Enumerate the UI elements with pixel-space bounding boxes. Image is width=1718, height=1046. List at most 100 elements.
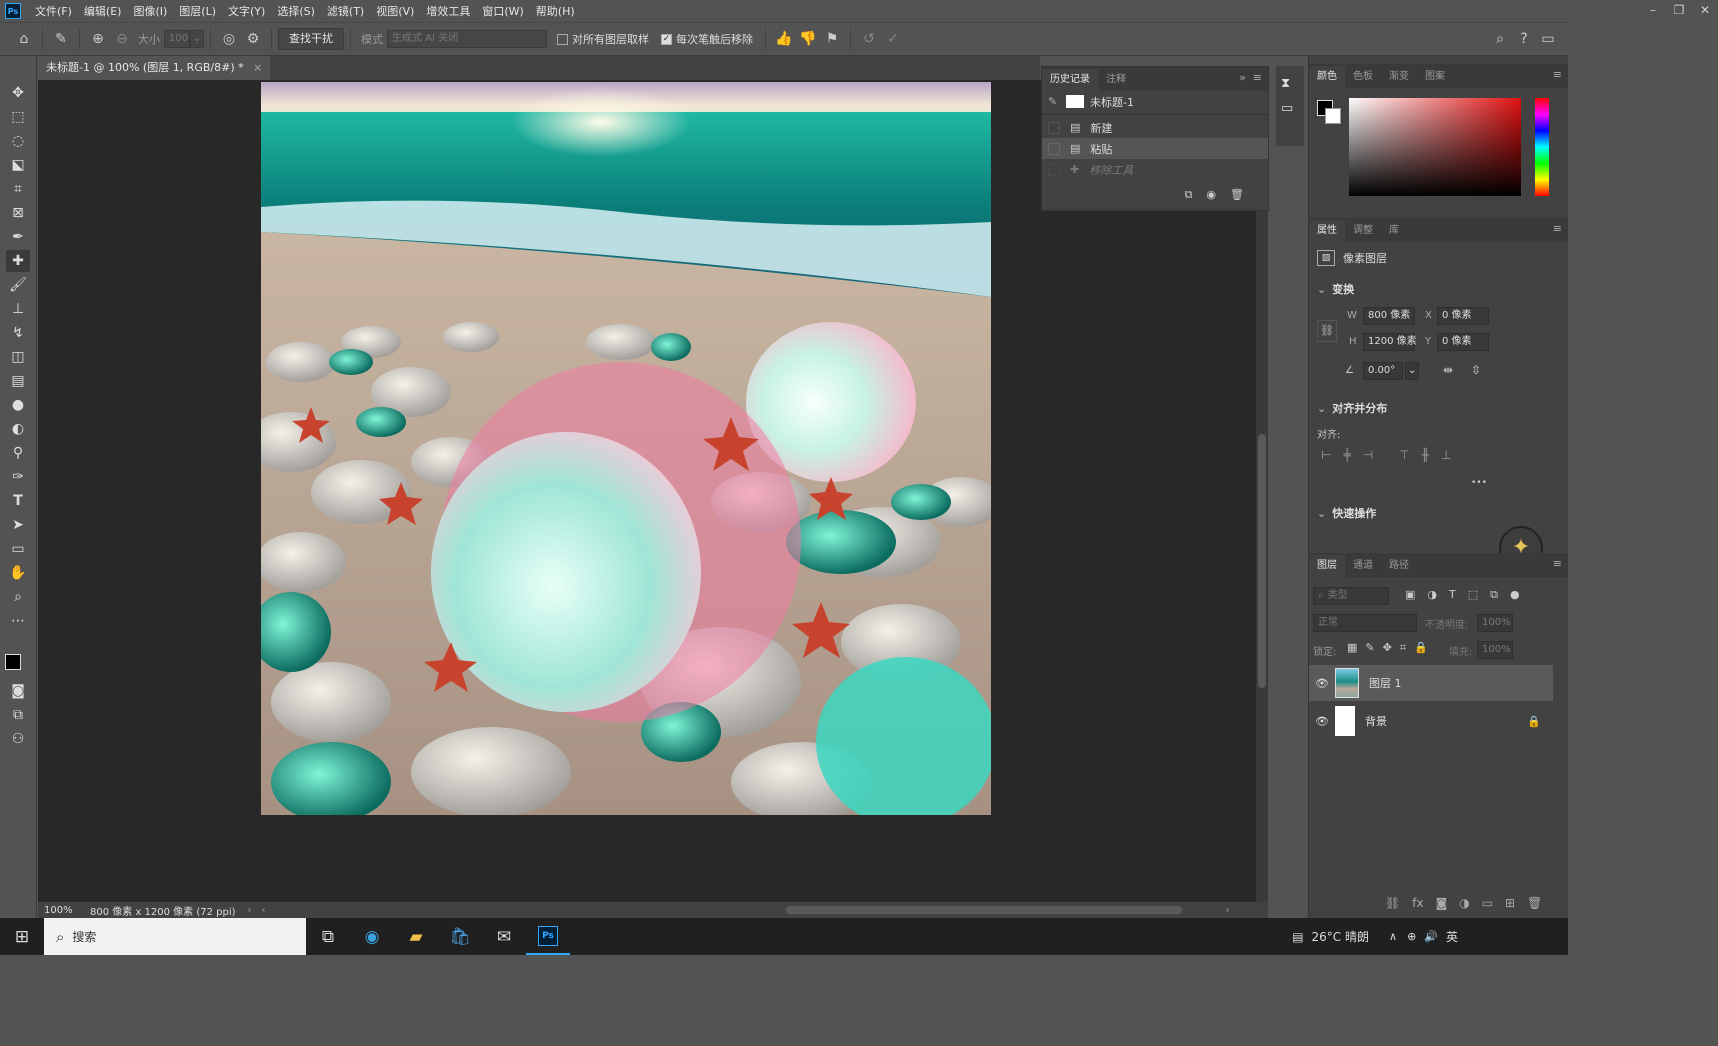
mail-icon[interactable]: ✉ (482, 918, 526, 955)
rectangle-tool-icon[interactable]: ▭ (6, 538, 30, 560)
gradient-tool-icon[interactable]: ▤ (6, 370, 30, 392)
history-snapshot[interactable]: ✎ 未标题-1 (1042, 91, 1268, 112)
foreground-color-swatch[interactable] (5, 654, 21, 670)
fx-icon[interactable]: fx (1412, 896, 1423, 910)
dodge-burn-tool-icon[interactable]: ⚲ (6, 442, 30, 464)
pressure-icon[interactable]: ◎ (217, 27, 241, 51)
quick-actions-header[interactable]: ⌄ 快速操作 (1309, 502, 1553, 524)
layer-filter-select[interactable]: ⌕ 类型 (1313, 587, 1389, 605)
find-distractions-button[interactable]: 查找干扰 (278, 28, 344, 50)
menu-filter[interactable]: 滤镜(T) (321, 3, 370, 19)
lock-pixels-icon[interactable]: ✎ (1365, 641, 1374, 655)
align-top-icon[interactable]: ⊤ (1399, 448, 1409, 462)
menu-type[interactable]: 文字(Y) (222, 3, 271, 19)
artwork-image[interactable] (261, 82, 991, 815)
minimize-button[interactable]: – (1640, 0, 1666, 22)
type-tool-icon[interactable]: T (6, 490, 30, 512)
hue-slider[interactable] (1535, 98, 1549, 196)
flip-vertical-icon[interactable]: ⇳ (1471, 363, 1481, 377)
align-center-h-icon[interactable]: ╪ (1343, 448, 1350, 462)
layer-name[interactable]: 图层 1 (1369, 675, 1402, 691)
move-tool-icon[interactable]: ✥ (6, 82, 30, 104)
mode-select[interactable]: 生成式 AI 关闭 (387, 30, 547, 48)
filter-smart-object-icon[interactable]: ⧉ (1490, 588, 1498, 602)
panel-menu-icon[interactable]: ≡ (1553, 222, 1562, 235)
link-layers-icon[interactable]: ⛓ (1385, 896, 1400, 910)
photoshop-taskbar-icon[interactable]: Ps (526, 918, 570, 955)
filter-adjustment-icon[interactable]: ◑ (1427, 588, 1437, 602)
tab-channels[interactable]: 通道 (1345, 555, 1381, 577)
history-brush-source-box[interactable] (1048, 163, 1060, 176)
stamp-tool-icon[interactable]: ⊥ (6, 298, 30, 320)
filter-toggle-icon[interactable]: ● (1510, 588, 1520, 602)
help-icon[interactable]: ? (1512, 27, 1536, 51)
history-panel-icon[interactable]: ⧗ (1281, 76, 1299, 91)
align-right-icon[interactable]: ⊣ (1363, 448, 1373, 462)
menu-file[interactable]: 文件(F) (29, 3, 78, 19)
collapse-icon[interactable]: » (1239, 71, 1246, 84)
history-item[interactable]: ▤ 新建 (1042, 117, 1268, 138)
workspace-icon[interactable]: ▭ (1536, 27, 1560, 51)
eye-visibility-icon[interactable]: 👁 (1309, 715, 1335, 728)
marquee-tool-icon[interactable]: ⬚ (6, 106, 30, 128)
home-icon[interactable]: ⌂ (12, 27, 36, 51)
path-select-tool-icon[interactable]: ➤ (6, 514, 30, 536)
horizontal-scrollbar[interactable] (266, 902, 1226, 918)
tab-paths[interactable]: 路径 (1381, 555, 1417, 577)
tab-notes[interactable]: 注释 (1098, 69, 1134, 91)
zoom-level[interactable]: 100% (44, 905, 84, 916)
y-field[interactable]: 0 像素 (1437, 333, 1489, 351)
tab-properties[interactable]: 属性 (1309, 220, 1345, 242)
flip-horizontal-icon[interactable]: ⇹ (1443, 363, 1453, 377)
tab-history[interactable]: 历史记录 (1042, 69, 1098, 91)
x-field[interactable]: 0 像素 (1437, 307, 1489, 325)
adjustment-layer-icon[interactable]: ◑ (1459, 896, 1469, 910)
menu-view[interactable]: 视图(V) (370, 3, 420, 19)
thumbs-down-icon[interactable]: 👎 (796, 27, 820, 51)
menu-plugins[interactable]: 增效工具 (420, 3, 476, 19)
width-field[interactable]: 800 像素 (1363, 307, 1415, 325)
opacity-field[interactable]: 100% (1477, 614, 1513, 632)
file-explorer-icon[interactable]: ▰ (394, 918, 438, 955)
more-tools-icon[interactable]: ⋯ (6, 610, 30, 632)
quick-mask-icon[interactable]: ◙ (6, 680, 30, 702)
new-layer-icon[interactable]: ⊞ (1505, 896, 1515, 910)
scroll-thumb[interactable] (785, 906, 1182, 914)
edge-browser-icon[interactable]: ◉ (350, 918, 394, 955)
dodge-tool-icon[interactable]: ◐ (6, 418, 30, 440)
healing-brush-tool-icon[interactable]: ✚ (6, 250, 30, 272)
transform-header[interactable]: ⌄ 变换 (1309, 278, 1553, 300)
panel-menu-icon[interactable]: ≡ (1553, 557, 1562, 570)
task-view-icon[interactable]: ⧉ (306, 918, 350, 955)
object-select-tool-icon[interactable]: ⬕ (6, 154, 30, 176)
hand-tool-icon[interactable]: ✋ (6, 562, 30, 584)
volume-icon[interactable]: 🔊 (1424, 930, 1438, 943)
eye-visibility-icon[interactable]: 👁 (1309, 677, 1335, 690)
lock-transparent-icon[interactable]: ▦ (1347, 641, 1357, 655)
history-brush-tool-icon[interactable]: ↯ (6, 322, 30, 344)
menu-window[interactable]: 窗口(W) (476, 3, 529, 19)
trash-icon[interactable]: 🗑 (1230, 188, 1244, 202)
eyedropper-tool-icon[interactable]: ✒ (6, 226, 30, 248)
filter-shape-icon[interactable]: ⬚ (1468, 588, 1478, 602)
zoom-tool-icon[interactable]: ⌕ (6, 586, 30, 608)
sample-all-layers-checkbox[interactable]: 对所有图层取样 (557, 31, 649, 47)
layer-row[interactable]: 👁 图层 1 (1309, 665, 1553, 701)
size-dropdown-icon[interactable]: ⌄ (190, 30, 204, 48)
layer-row[interactable]: 👁 背景 🔒 (1309, 703, 1553, 739)
brush-add-icon[interactable]: ⊕ (86, 27, 110, 51)
menu-edit[interactable]: 编辑(E) (78, 3, 128, 19)
lock-artboard-icon[interactable]: ⌗ (1400, 641, 1406, 655)
history-brush-source-box[interactable] (1048, 121, 1060, 134)
height-field[interactable]: 1200 像素 (1363, 333, 1417, 351)
trash-icon[interactable]: 🗑 (1527, 896, 1542, 910)
commit-icon[interactable]: ✓ (881, 27, 905, 51)
network-icon[interactable]: ⊕ (1407, 930, 1416, 943)
status-arrow-icon[interactable]: › (248, 905, 252, 916)
frame-tool-icon[interactable]: ⊠ (6, 202, 30, 224)
history-brush-source-box[interactable] (1048, 142, 1060, 155)
crop-tool-icon[interactable]: ⌗ (6, 178, 30, 200)
menu-image[interactable]: 图像(I) (127, 3, 173, 19)
taskbar-search[interactable]: ⌕ 搜索 (44, 918, 306, 955)
menu-help[interactable]: 帮助(H) (530, 3, 581, 19)
